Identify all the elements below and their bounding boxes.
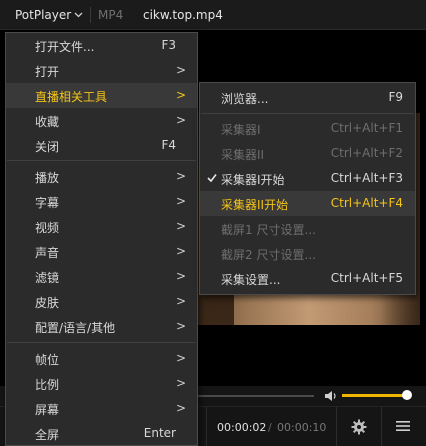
submenu-arrow-icon: > <box>175 244 186 258</box>
seek-bar[interactable] <box>198 395 314 397</box>
submenu-arrow-icon: > <box>175 169 186 183</box>
menu-item-close[interactable]: 关闭 F4 <box>6 133 197 158</box>
submenu-arrow-icon: > <box>175 294 186 308</box>
gear-icon[interactable] <box>351 419 367 435</box>
submenu-arrow-icon: > <box>175 269 186 283</box>
menu-item-filters[interactable]: 滤镜 > <box>6 264 197 289</box>
hamburger-icon[interactable] <box>396 420 410 432</box>
menu-item-audio[interactable]: 声音 > <box>6 239 197 264</box>
menu-item-skins[interactable]: 皮肤 > <box>6 289 197 314</box>
app-menu-button[interactable]: PotPlayer <box>15 8 71 22</box>
menu-item-screen[interactable]: 屏幕 > <box>6 396 197 421</box>
submenu-item-browser[interactable]: 浏览器... F9 <box>200 85 415 110</box>
context-menu: 打开文件... F3 打开 > 直播相关工具 > 收藏 > 关闭 F4 播放 >… <box>5 32 198 446</box>
menu-item-live-tools[interactable]: 直播相关工具 > <box>6 83 197 108</box>
speaker-icon[interactable] <box>324 390 338 402</box>
submenu-arrow-icon: > <box>175 319 186 333</box>
menu-item-subtitles[interactable]: 字幕 > <box>6 189 197 214</box>
menu-item-frame[interactable]: 帧位 > <box>6 346 197 371</box>
time-divider: / <box>268 421 272 434</box>
file-name-label: cikw.top.mp4 <box>143 8 223 22</box>
volume-slider[interactable] <box>342 394 408 397</box>
menu-item-open[interactable]: 打开 > <box>6 58 197 83</box>
menu-item-fullscreen[interactable]: 全屏 Enter <box>6 421 197 446</box>
submenu-arrow-icon: > <box>175 401 186 415</box>
menu-item-playback[interactable]: 播放 > <box>6 164 197 189</box>
menu-item-video[interactable]: 视频 > <box>6 214 197 239</box>
menu-separator <box>7 342 196 343</box>
chevron-down-icon[interactable] <box>74 10 83 19</box>
submenu-arrow-icon: > <box>175 63 186 77</box>
live-tools-submenu: 浏览器... F9 采集器I Ctrl+Alt+F1 采集器II Ctrl+Al… <box>199 82 416 295</box>
submenu-item-capture-1[interactable]: 采集器I Ctrl+Alt+F1 <box>200 116 415 141</box>
submenu-arrow-icon: > <box>175 376 186 390</box>
submenu-item-capture-2-start[interactable]: 采集器II开始 Ctrl+Alt+F4 <box>200 191 415 216</box>
volume-slider-knob[interactable] <box>402 390 412 400</box>
menu-separator <box>201 113 414 114</box>
menu-separator <box>7 160 196 161</box>
menu-item-config[interactable]: 配置/语言/其他 > <box>6 314 197 339</box>
submenu-item-capture-1-start[interactable]: 采集器I开始 Ctrl+Alt+F3 <box>200 166 415 191</box>
submenu-item-capture-settings[interactable]: 采集设置... Ctrl+Alt+F5 <box>200 266 415 291</box>
current-time: 00:00:02 <box>217 421 267 434</box>
menu-item-open-file[interactable]: 打开文件... F3 <box>6 33 197 58</box>
menu-item-ratio[interactable]: 比例 > <box>6 371 197 396</box>
title-bar: PotPlayer MP4 cikw.top.mp4 <box>0 0 426 30</box>
submenu-arrow-icon: > <box>175 194 186 208</box>
file-format-label: MP4 <box>98 8 124 22</box>
submenu-arrow-icon: > <box>175 219 186 233</box>
menu-item-favorites[interactable]: 收藏 > <box>6 108 197 133</box>
submenu-item-screenshot-1-size[interactable]: 截屏1 尺寸设置... <box>200 216 415 241</box>
total-time: 00:00:10 <box>277 421 327 434</box>
submenu-arrow-icon: > <box>175 113 186 127</box>
submenu-arrow-icon: > <box>175 351 186 365</box>
submenu-item-capture-2[interactable]: 采集器II Ctrl+Alt+F2 <box>200 141 415 166</box>
check-icon <box>207 174 217 183</box>
title-divider <box>90 7 91 23</box>
submenu-item-screenshot-2-size[interactable]: 截屏2 尺寸设置... <box>200 241 415 266</box>
submenu-arrow-icon: > <box>175 88 186 102</box>
